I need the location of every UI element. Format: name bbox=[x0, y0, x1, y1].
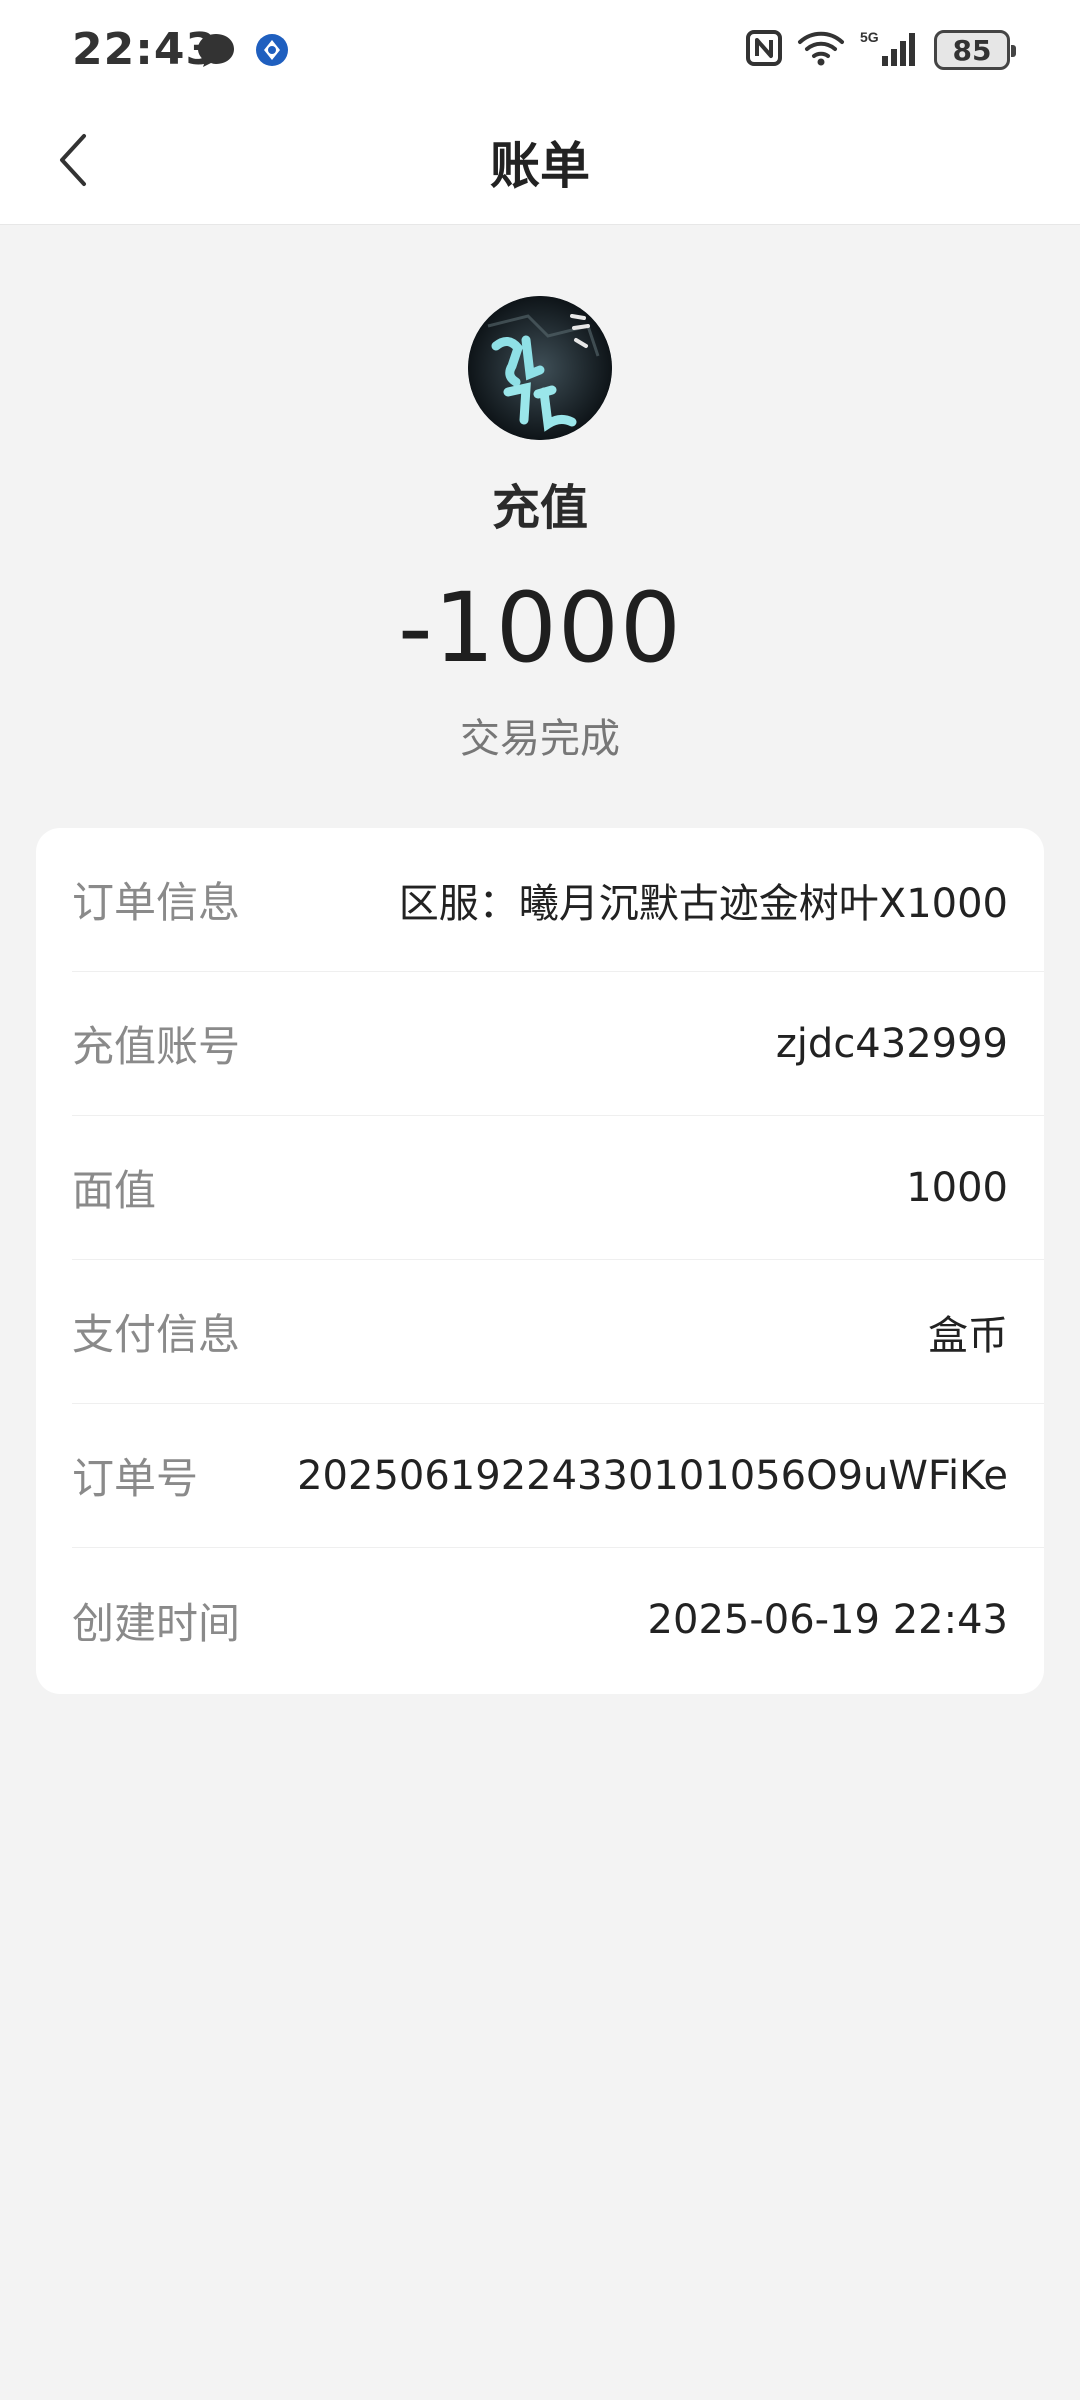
status-bar: 22:43 5G 85 bbox=[0, 0, 1080, 100]
detail-label: 支付信息 bbox=[72, 1310, 241, 1359]
detail-row-order-info: 订单信息 区服：曦月沉默古迹金树叶X1000 bbox=[72, 828, 1044, 972]
detail-row-order-number: 订单号 20250619224330101056O9uWFiKe bbox=[72, 1404, 1044, 1548]
game-logo-image bbox=[468, 296, 612, 440]
order-details-card: 订单信息 区服：曦月沉默古迹金树叶X1000 充值账号 zjdc432999 面… bbox=[36, 828, 1044, 1694]
detail-label: 创建时间 bbox=[72, 1598, 241, 1648]
detail-row-created-time: 创建时间 2025-06-19 22:43 bbox=[72, 1548, 1044, 1692]
detail-value: zjdc432999 bbox=[775, 1020, 1008, 1067]
detail-row-face-value: 面值 1000 bbox=[72, 1116, 1044, 1260]
detail-label: 充值账号 bbox=[72, 1022, 241, 1071]
transaction-amount: -1000 bbox=[398, 572, 682, 684]
detail-value: 1000 bbox=[906, 1164, 1008, 1211]
transaction-status: 交易完成 bbox=[460, 716, 620, 762]
game-avatar bbox=[468, 296, 612, 440]
detail-label: 面值 bbox=[72, 1166, 157, 1215]
detail-value: 2025-06-19 22:43 bbox=[647, 1597, 1008, 1643]
battery-indicator: 85 bbox=[934, 30, 1016, 70]
app-notification-icon bbox=[254, 32, 290, 72]
detail-value: 区服：曦月沉默古迹金树叶X1000 bbox=[398, 880, 1008, 927]
detail-label: 订单信息 bbox=[72, 878, 241, 927]
detail-value: 20250619224330101056O9uWFiKe bbox=[297, 1452, 1008, 1499]
network-type: 5G bbox=[860, 29, 879, 45]
detail-row-account: 充值账号 zjdc432999 bbox=[72, 972, 1044, 1116]
status-right-icons: 5G 85 bbox=[744, 28, 1016, 72]
detail-label: 订单号 bbox=[72, 1454, 199, 1503]
status-left-icons bbox=[196, 30, 290, 74]
transaction-summary: 充值 -1000 交易完成 bbox=[0, 224, 1080, 804]
nav-bar: 账单 bbox=[0, 100, 1080, 225]
detail-row-payment: 支付信息 盒币 bbox=[72, 1260, 1044, 1404]
transaction-type: 充值 bbox=[491, 480, 588, 536]
detail-value: 盒币 bbox=[928, 1312, 1008, 1359]
wifi-icon bbox=[796, 28, 846, 72]
nfc-icon bbox=[744, 28, 784, 72]
message-icon bbox=[196, 30, 236, 74]
cellular-signal-icon: 5G bbox=[858, 28, 922, 72]
page-title: 账单 bbox=[490, 137, 590, 195]
